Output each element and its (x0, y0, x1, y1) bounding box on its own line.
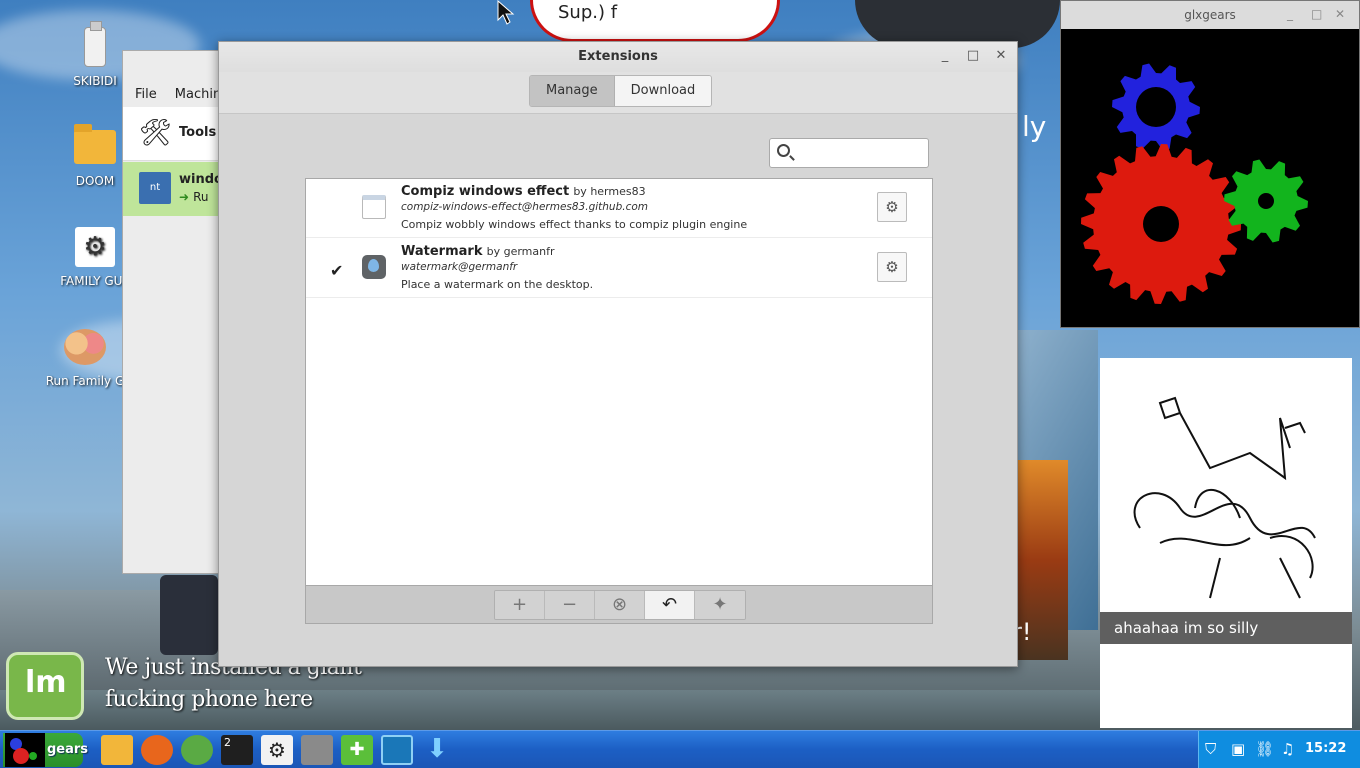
uninstall-button[interactable]: ⊗ (595, 591, 645, 619)
glxgears-titlebar[interactable]: glxgears _ □ ✕ (1061, 1, 1359, 29)
red-gear (1081, 144, 1241, 304)
window-icon (362, 195, 386, 219)
terminal-badge: 2 (224, 736, 231, 749)
spreadsheet-icon[interactable] (181, 735, 213, 765)
menu-file[interactable]: File (135, 87, 157, 102)
extension-uuid: compiz-windows-effect@hermes83.github.co… (401, 201, 649, 213)
shield-icon[interactable]: ⛉ (1205, 740, 1216, 758)
extension-name: Watermark (401, 244, 483, 259)
folder-icon (74, 124, 116, 164)
extension-uuid: watermark@germanfr (401, 261, 518, 273)
extension-description: Compiz wobbly windows effect thanks to c… (401, 218, 748, 231)
extensions-toolbar: Manage Download (219, 72, 1017, 114)
restore-button[interactable]: ↶ (645, 591, 695, 619)
toggle-icon[interactable] (301, 735, 333, 765)
search-input[interactable] (798, 143, 923, 163)
phone-image (160, 575, 218, 655)
enabled-checkmark-icon: ✔ (330, 261, 344, 280)
system-monitor-icon[interactable] (381, 735, 413, 765)
terminal-icon[interactable]: 2 (221, 735, 253, 765)
menu-machine[interactable]: Machin (175, 87, 221, 102)
files-icon[interactable] (101, 735, 133, 765)
extension-row-watermark[interactable]: ✔ Watermark by germanfr watermark@german… (306, 239, 932, 298)
drawing-caption: ahaahaa im so silly (1100, 612, 1352, 644)
scribble-drawing (1133, 396, 1316, 599)
configure-icon[interactable]: ⚙ (877, 192, 907, 222)
minimize-icon[interactable]: _ (937, 48, 953, 64)
extension-description: Place a watermark on the desktop. (401, 278, 594, 291)
minimize-icon[interactable]: _ (1287, 7, 1293, 21)
more-button[interactable]: ✦ (695, 591, 745, 619)
wallpaper-text-fragment: ly (1022, 110, 1047, 143)
sticker-image: Sup.) f (530, 0, 780, 42)
maximize-icon[interactable]: □ (965, 48, 981, 64)
family-guy-icon (64, 329, 106, 365)
system-tray: ⛉ ▣ ⛓ ♫ 15:22 (1198, 731, 1360, 768)
linux-mint-logo: lm (6, 652, 84, 720)
usb-drive-icon (84, 21, 106, 67)
settings-icon[interactable]: ⚙ (261, 735, 293, 765)
clipboard-icon[interactable]: ▣ (1231, 740, 1245, 758)
window-titlebar[interactable]: Extensions _ □ ✕ (219, 42, 1017, 72)
configure-icon[interactable]: ⚙ (877, 252, 907, 282)
start-button[interactable]: gears (3, 733, 88, 767)
tab-switcher: Manage Download (529, 75, 713, 107)
close-icon[interactable]: ✕ (993, 48, 1009, 64)
network-icon[interactable]: ⛓ (1255, 740, 1274, 758)
extension-name: Compiz windows effect (401, 184, 570, 199)
drawing-image: ahaahaa im so silly (1100, 358, 1352, 728)
tab-download[interactable]: Download (614, 76, 712, 106)
list-actions-bar: + − ⊗ ↶ ✦ (305, 586, 933, 624)
search-box (769, 138, 929, 168)
water-drop-icon (362, 255, 386, 279)
extensions-icon[interactable]: ✚ (341, 735, 373, 765)
close-icon[interactable]: ✕ (1335, 7, 1345, 21)
window-title: Extensions (578, 49, 658, 64)
music-icon[interactable]: ♫ (1281, 740, 1294, 758)
mouse-cursor-icon (497, 0, 515, 25)
desktop-icon-run-family-guy[interactable]: Run Family G (35, 326, 135, 388)
clock[interactable]: 15:22 (1305, 741, 1346, 756)
add-button[interactable]: + (495, 591, 545, 619)
extensions-window: Extensions _ □ ✕ Manage Download Compiz … (218, 41, 1018, 667)
download-icon[interactable]: ⬇ (421, 735, 453, 765)
extension-row-compiz[interactable]: Compiz windows effect by hermes83 compiz… (306, 179, 932, 238)
gears-render (1081, 63, 1308, 304)
firefox-icon[interactable] (141, 735, 173, 765)
running-arrow-icon: ➜ (179, 190, 190, 204)
blue-gear (1112, 63, 1200, 151)
search-icon (777, 144, 790, 157)
maximize-icon[interactable]: □ (1311, 7, 1322, 21)
extensions-list: Compiz windows effect by hermes83 compiz… (305, 178, 933, 586)
glxgears-window: glxgears _ □ ✕ (1060, 0, 1360, 328)
extension-author: by germanfr (486, 245, 555, 258)
settings-icon: ⚙ (75, 227, 115, 267)
extension-author: by hermes83 (573, 185, 646, 198)
tab-manage[interactable]: Manage (530, 76, 615, 106)
gears-app-icon (5, 733, 45, 767)
remove-button[interactable]: − (545, 591, 595, 619)
taskbar: gears 2 ⚙ ✚ ⬇ ⛉ ▣ ⛓ ♫ 15:22 (0, 730, 1360, 768)
windows-nt-icon: nt (139, 172, 171, 204)
tools-icon: 🛠 (139, 118, 173, 148)
